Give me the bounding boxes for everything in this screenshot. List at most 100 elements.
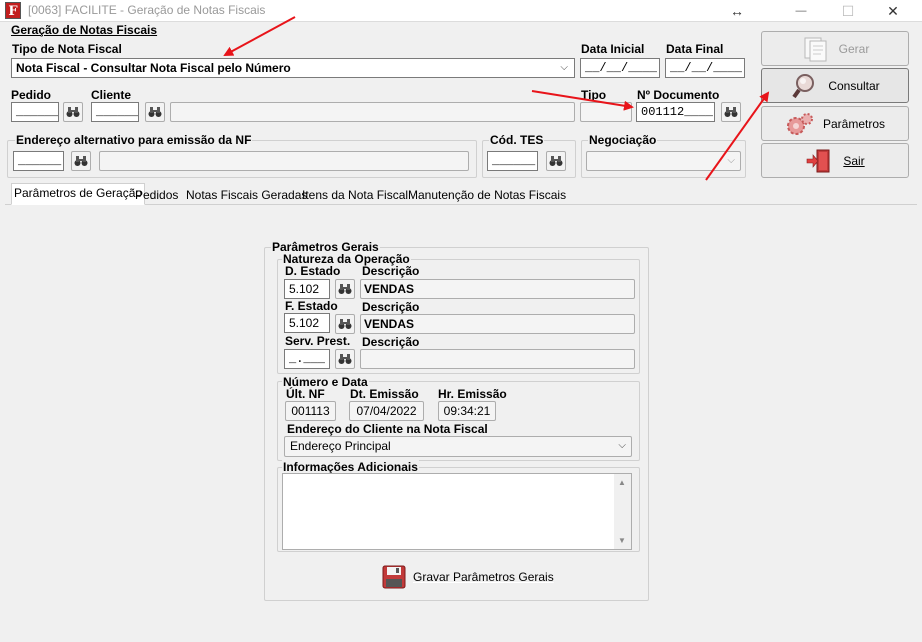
pedido-search-button[interactable] xyxy=(63,102,83,122)
endereco-code-input[interactable]: ______ xyxy=(13,151,64,171)
endereco-cliente-label: Endereço do Cliente na Nota Fiscal xyxy=(287,422,488,436)
negociacao-label: Negociação xyxy=(588,133,658,147)
magnifier-icon xyxy=(792,73,815,98)
f-estado-input[interactable]: 5.102 xyxy=(284,313,330,333)
title-bar: F [0063] FACILITE - Geração de Notas Fis… xyxy=(0,0,922,22)
tipo-nota-value: Nota Fiscal - Consultar Nota Fiscal pelo… xyxy=(16,61,291,75)
floppy-disk-icon xyxy=(382,565,406,589)
consultar-label: Consultar xyxy=(828,78,880,93)
tab-label: Pedidos xyxy=(135,188,179,202)
data-inicial-input[interactable]: __/__/____ xyxy=(580,58,660,78)
tab-itens-nota-fiscal[interactable]: Itens da Nota Fiscal xyxy=(300,186,410,204)
ult-nf-field: 001113 xyxy=(285,401,336,421)
hr-emissao-label: Hr. Emissão xyxy=(438,387,507,401)
info-adicionais-textarea[interactable] xyxy=(282,473,632,550)
endereco-cliente-select[interactable]: Endereço Principal ⌵ xyxy=(284,436,632,457)
scroll-up-icon[interactable]: ▲ xyxy=(618,478,626,487)
serv-prest-input[interactable]: _.___ xyxy=(284,349,330,369)
scroll-down-icon[interactable]: ▼ xyxy=(618,536,626,545)
chevron-down-icon: ⌵ xyxy=(618,440,626,451)
binoculars-icon xyxy=(338,284,352,294)
tab-label: Manutenção de Notas Fiscais xyxy=(408,188,567,202)
binoculars-icon xyxy=(338,354,352,364)
cod-tes-input[interactable]: ______ xyxy=(487,151,538,171)
tipo-nota-label: Tipo de Nota Fiscal xyxy=(12,42,122,56)
ndoc-input[interactable]: 001112____ xyxy=(636,102,715,122)
serv-prest-search-button[interactable] xyxy=(335,349,355,369)
negociacao-select[interactable]: ⌵ xyxy=(586,151,741,171)
binoculars-icon xyxy=(549,156,563,166)
pedido-label: Pedido xyxy=(11,88,52,102)
gravar-parametros-button[interactable]: Gravar Parâmetros Gerais xyxy=(382,563,562,591)
serv-desc-label: Descrição xyxy=(362,335,420,349)
resize-icon[interactable]: ↔ xyxy=(722,1,752,21)
cliente-search-button[interactable] xyxy=(145,102,165,122)
f-estado-desc-label: Descrição xyxy=(362,300,420,314)
tab-manutencao-notas-fiscais[interactable]: Manutenção de Notas Fiscais xyxy=(406,186,568,204)
ndoc-search-button[interactable] xyxy=(721,102,741,122)
gerar-label: Gerar xyxy=(838,41,870,56)
serv-desc-field xyxy=(360,349,635,369)
tab-label: Parâmetros de Geração xyxy=(14,186,143,200)
info-adicionais-title: Informações Adicionais xyxy=(282,460,419,474)
sair-button[interactable]: Sair xyxy=(761,143,909,178)
data-final-label: Data Final xyxy=(666,42,724,56)
d-estado-desc-label: Descrição xyxy=(362,264,420,278)
d-estado-search-button[interactable] xyxy=(335,279,355,299)
tab-notas-fiscais-geradas[interactable]: Notas Fiscais Geradas xyxy=(184,186,309,204)
endereco-cliente-value: Endereço Principal xyxy=(290,439,391,453)
tipo-nota-select[interactable]: Nota Fiscal - Consultar Nota Fiscal pelo… xyxy=(11,58,575,78)
ult-nf-label: Últ. NF xyxy=(286,387,325,401)
maximize-button[interactable]: ☐ xyxy=(833,1,863,21)
tipo-doc-label: Tipo xyxy=(581,88,607,102)
binoculars-icon xyxy=(66,107,80,117)
dt-emissao-field: 07/04/2022 xyxy=(349,401,424,421)
binoculars-icon xyxy=(74,156,88,166)
header-group-title: Geração de Notas Fiscais xyxy=(11,23,158,37)
data-inicial-label: Data Inicial xyxy=(581,42,645,56)
parametros-label: Parâmetros xyxy=(822,116,886,131)
binoculars-icon xyxy=(724,107,738,117)
endereco-desc-field xyxy=(99,151,469,171)
minimize-button[interactable]: — xyxy=(786,1,816,21)
f-estado-label: F. Estado xyxy=(285,299,338,313)
endereco-label: Endereço alternativo para emissão da NF xyxy=(15,133,253,147)
exit-door-icon xyxy=(807,149,830,172)
dt-emissao-label: Dt. Emissão xyxy=(350,387,419,401)
tab-label: Itens da Nota Fiscal xyxy=(302,188,409,202)
hr-emissao-field: 09:34:21 xyxy=(438,401,496,421)
gravar-label: Gravar Parâmetros Gerais xyxy=(413,570,554,584)
binoculars-icon xyxy=(338,319,352,329)
d-estado-label: D. Estado xyxy=(285,264,341,278)
parametros-button[interactable]: Parâmetros xyxy=(761,106,909,141)
tab-pedidos[interactable]: Pedidos xyxy=(133,186,180,204)
d-estado-desc-field: VENDAS xyxy=(360,279,635,299)
arrow-to-tipo-nota xyxy=(223,16,296,56)
cliente-input[interactable]: ______ xyxy=(91,102,139,122)
tab-parametros-geracao[interactable]: Parâmetros de Geração xyxy=(11,183,146,205)
f-estado-search-button[interactable] xyxy=(335,314,355,334)
app-logo-icon: F xyxy=(5,2,21,19)
cliente-nome-field xyxy=(170,102,575,122)
f-estado-desc-field: VENDAS xyxy=(360,314,635,334)
gerar-button[interactable]: Gerar xyxy=(761,31,909,66)
chevron-down-icon: ⌵ xyxy=(560,62,568,73)
window-title: [0063] FACILITE - Geração de Notas Fisca… xyxy=(28,3,266,17)
d-estado-input[interactable]: 5.102 xyxy=(284,279,330,299)
documents-icon xyxy=(804,37,827,61)
tipo-doc-field xyxy=(580,102,632,122)
cod-tes-search-button[interactable] xyxy=(546,151,566,171)
gears-icon xyxy=(786,112,813,135)
cliente-label: Cliente xyxy=(91,88,132,102)
binoculars-icon xyxy=(148,107,162,117)
pedido-input[interactable]: ______ xyxy=(11,102,59,122)
consultar-button[interactable]: Consultar xyxy=(761,68,909,103)
endereco-search-button[interactable] xyxy=(71,151,91,171)
chevron-down-icon: ⌵ xyxy=(727,155,735,166)
close-button[interactable]: ✕ xyxy=(878,1,908,21)
serv-prest-label: Serv. Prest. xyxy=(285,334,351,348)
ndoc-label: Nº Documento xyxy=(637,88,720,102)
info-scrollbar[interactable]: ▲ ▼ xyxy=(614,474,631,549)
data-final-input[interactable]: __/__/____ xyxy=(665,58,745,78)
tab-label: Notas Fiscais Geradas xyxy=(186,188,308,202)
